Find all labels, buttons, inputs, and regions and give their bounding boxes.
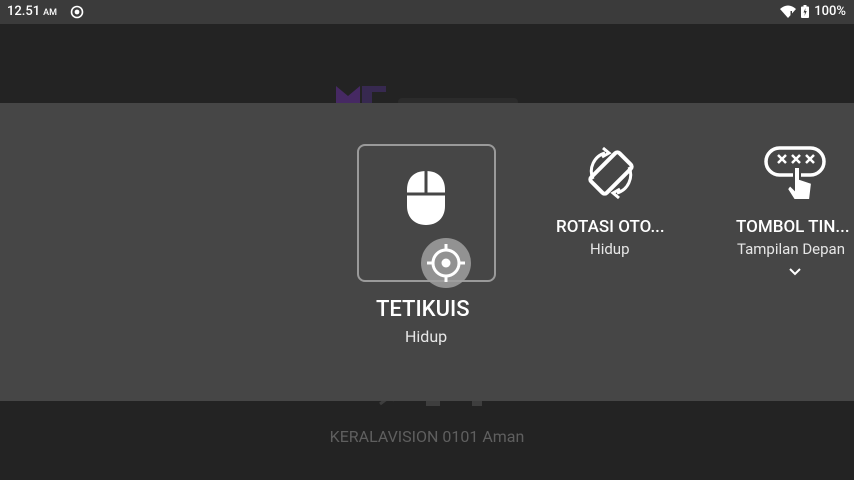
sync-icon	[70, 5, 84, 19]
touch-buttons-icon	[764, 146, 826, 201]
tile-mouse-status: Hidup	[405, 327, 448, 346]
status-right: 100%	[780, 4, 846, 19]
tile-auto-rotate-status: Hidup	[590, 240, 630, 258]
tile-mouse-title: TETIKUIS	[376, 297, 470, 322]
clock-ampm: AM	[43, 8, 58, 18]
chevron-down-icon[interactable]	[788, 267, 802, 276]
network-status-text: KERALAVISION 0101 Aman	[329, 427, 525, 446]
screen-rotation-icon	[588, 146, 634, 200]
cursor-crosshair-icon	[421, 238, 471, 288]
wifi-icon	[780, 5, 797, 18]
clock-time: 12.51	[7, 4, 41, 19]
mouse-icon	[407, 171, 445, 225]
battery-percent: 100%	[814, 4, 846, 19]
tile-auto-rotate-title: ROTASI OTO...	[556, 217, 665, 237]
tile-touch-buttons-title: TOMBOL TIN...	[736, 217, 850, 237]
battery-charging-icon	[801, 5, 810, 18]
clock: 12.51 AM	[7, 4, 57, 19]
tile-touch-buttons-status: Tampilan Depan	[737, 240, 845, 258]
status-bar: 12.51 AM 100%	[0, 0, 854, 24]
